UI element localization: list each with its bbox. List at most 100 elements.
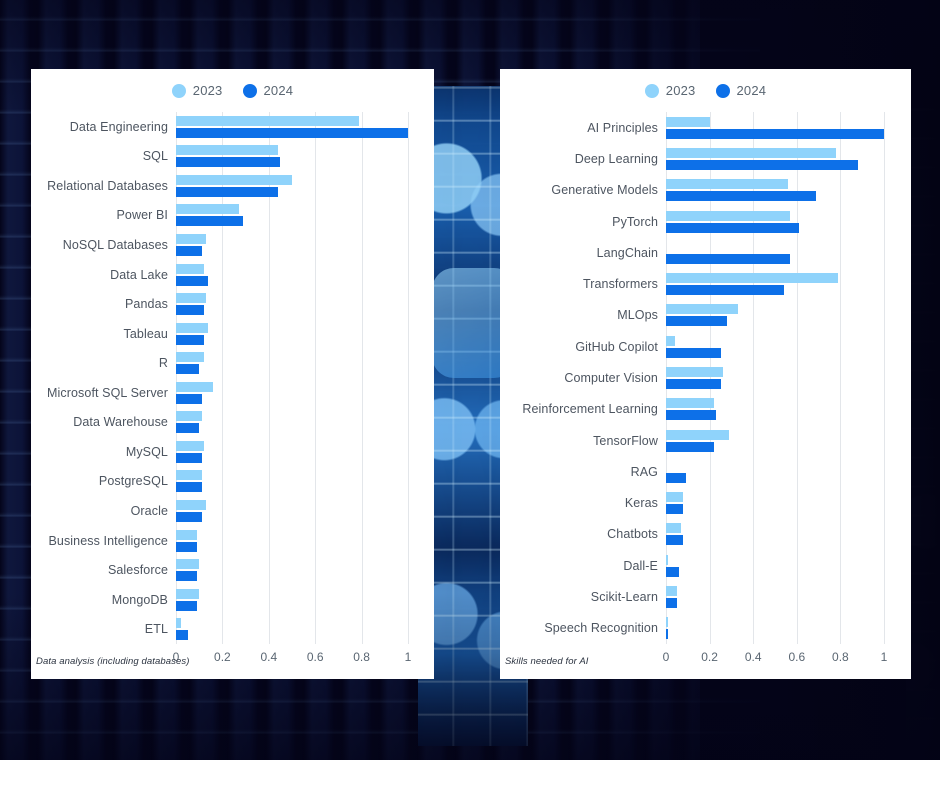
- x-tick-label: 0.4: [744, 650, 762, 664]
- bar-group: SQL: [143, 142, 408, 172]
- bar-group: LangChain: [597, 237, 884, 268]
- bar-2024[interactable]: [176, 186, 279, 197]
- bar-2023[interactable]: [666, 523, 682, 534]
- x-tick-label: 1: [880, 650, 888, 664]
- bar-2024[interactable]: [666, 629, 669, 640]
- bar-group: Scikit-Learn: [591, 581, 884, 612]
- bar-2024[interactable]: [176, 127, 408, 138]
- bar-2023[interactable]: [666, 304, 738, 315]
- bar-2024[interactable]: [176, 541, 197, 552]
- bar-2023[interactable]: [176, 145, 279, 156]
- bar-group: ETL: [145, 614, 408, 644]
- bar-2024[interactable]: [176, 511, 202, 522]
- x-axis-right: 0 0.2 0.4 0.6 0.8 1: [663, 646, 888, 668]
- bar-2023[interactable]: [176, 174, 292, 185]
- bar-2024[interactable]: [176, 364, 200, 375]
- bar-2023[interactable]: [176, 411, 202, 422]
- legend-item-2023[interactable]: 2023: [644, 83, 696, 98]
- bar-group: Oracle: [131, 496, 408, 526]
- category-label: Data Engineering: [69, 119, 168, 134]
- bar-2023[interactable]: [666, 429, 730, 440]
- bar-2024[interactable]: [666, 535, 684, 546]
- legend-item-2023[interactable]: 2023: [171, 83, 223, 98]
- bar-group: Deep Learning: [575, 143, 884, 174]
- bar-2023[interactable]: [666, 398, 714, 409]
- category-label: Chatbots: [607, 527, 658, 542]
- bar-2023[interactable]: [666, 147, 837, 158]
- legend-item-2024[interactable]: 2024: [715, 83, 767, 98]
- category-label: Oracle: [130, 503, 168, 518]
- category-label: Computer Vision: [564, 370, 658, 385]
- bar-2024[interactable]: [176, 275, 209, 286]
- bar-2023[interactable]: [666, 366, 723, 377]
- bar-2023[interactable]: [176, 233, 207, 244]
- bar-2023[interactable]: [176, 618, 181, 629]
- bar-2024[interactable]: [666, 159, 858, 170]
- bar-2024[interactable]: [176, 423, 200, 434]
- bar-2023[interactable]: [176, 322, 209, 333]
- bar-2023[interactable]: [666, 179, 789, 190]
- bar-group: Computer Vision: [564, 362, 884, 393]
- bar-2023[interactable]: [176, 559, 200, 570]
- bar-2023[interactable]: [666, 617, 669, 628]
- bar-2023[interactable]: [176, 470, 202, 481]
- category-label: NoSQL Databases: [62, 237, 168, 252]
- bar-2023[interactable]: [666, 335, 675, 346]
- bar-2023[interactable]: [176, 381, 214, 392]
- bar-2024[interactable]: [176, 216, 244, 227]
- bar-2024[interactable]: [666, 504, 684, 515]
- bar-2023[interactable]: [176, 293, 207, 304]
- circle-legend-icon: [715, 83, 730, 98]
- bar-2023[interactable]: [176, 588, 200, 599]
- bar-2023[interactable]: [176, 204, 239, 215]
- bar-2023[interactable]: [666, 586, 677, 597]
- bar-2024[interactable]: [176, 393, 202, 404]
- bar-group: NoSQL Databases: [63, 230, 408, 260]
- bar-2023[interactable]: [666, 492, 684, 503]
- bar-2024[interactable]: [666, 472, 686, 483]
- bar-2023[interactable]: [176, 529, 197, 540]
- bar-2024[interactable]: [666, 128, 884, 139]
- bar-2024[interactable]: [176, 571, 197, 582]
- bar-2023[interactable]: [176, 440, 204, 451]
- bar-2024[interactable]: [666, 347, 721, 358]
- bar-2023[interactable]: [176, 263, 204, 274]
- bar-2024[interactable]: [666, 253, 791, 264]
- bar-2023[interactable]: [176, 115, 360, 126]
- bar-2023[interactable]: [666, 210, 791, 221]
- bar-2024[interactable]: [176, 157, 281, 168]
- bar-2023[interactable]: [176, 352, 204, 363]
- bar-2024[interactable]: [666, 378, 721, 389]
- bar-2024[interactable]: [666, 598, 677, 609]
- bar-2024[interactable]: [176, 600, 197, 611]
- bar-2023[interactable]: [666, 116, 710, 127]
- category-label: Data Warehouse: [73, 415, 168, 430]
- bar-2024[interactable]: [176, 245, 202, 256]
- bar-2023[interactable]: [176, 499, 207, 510]
- bar-2024[interactable]: [176, 482, 202, 493]
- bar-2024[interactable]: [666, 566, 680, 577]
- legend-label: 2023: [192, 83, 223, 98]
- bar-2024[interactable]: [666, 441, 714, 452]
- chart-legend-left: 2023 2024: [31, 83, 434, 98]
- bar-2023[interactable]: [666, 554, 669, 565]
- bar-group: Generative Models: [551, 175, 884, 206]
- bar-2024[interactable]: [176, 452, 202, 463]
- category-label: SQL: [142, 149, 168, 164]
- bar-2024[interactable]: [666, 316, 728, 327]
- bar-group: R: [159, 348, 408, 378]
- bar-2024[interactable]: [176, 630, 188, 641]
- chart-legend-right: 2023 2024: [500, 83, 911, 98]
- bar-2024[interactable]: [666, 191, 817, 202]
- bar-2024[interactable]: [176, 334, 204, 345]
- bar-2024[interactable]: [666, 285, 784, 296]
- legend-item-2024[interactable]: 2024: [242, 83, 294, 98]
- bar-group: Reinforcement Learning: [522, 394, 884, 425]
- bar-group: Power BI: [116, 201, 408, 231]
- bar-2024[interactable]: [666, 410, 717, 421]
- bar-2024[interactable]: [176, 305, 204, 316]
- bar-2023[interactable]: [666, 273, 839, 284]
- plot-inner-right: AI Principles Deep Learning Generative Mod…: [522, 112, 885, 644]
- bar-group: PostgreSQL: [99, 467, 408, 497]
- bar-2024[interactable]: [666, 222, 799, 233]
